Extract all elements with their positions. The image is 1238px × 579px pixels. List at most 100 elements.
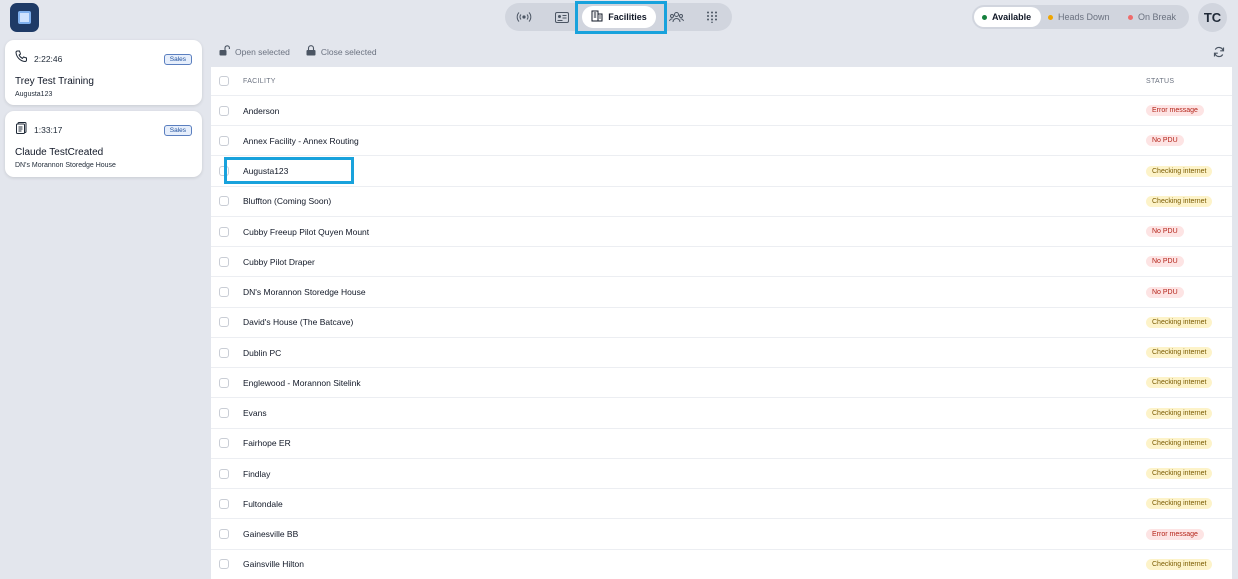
phone-icon xyxy=(15,50,28,68)
facility-name[interactable]: Findlay xyxy=(243,469,270,479)
row-checkbox[interactable] xyxy=(219,347,229,358)
row-checkbox[interactable] xyxy=(219,529,229,540)
interaction-card[interactable]: 2:22:46 Sales Trey Test Training Augusta… xyxy=(5,40,202,105)
table-row[interactable]: Augusta123 Checking internet xyxy=(211,157,1232,187)
table-row[interactable]: Evans Checking internet xyxy=(211,399,1232,429)
card-facility: Augusta123 xyxy=(15,91,53,98)
on-break-dot-icon xyxy=(1128,14,1133,20)
row-checkbox[interactable] xyxy=(219,226,229,237)
close-selected-button[interactable]: Close selected xyxy=(306,45,377,58)
table-row[interactable]: Gainsville Hilton Checking internet xyxy=(211,550,1232,579)
close-selected-label: Close selected xyxy=(320,46,377,57)
app-logo[interactable] xyxy=(10,3,39,32)
table-row[interactable]: Findlay Checking internet xyxy=(211,459,1232,490)
available-dot-icon xyxy=(982,14,987,20)
table-row[interactable]: David's House (The Batcave) Checking inte… xyxy=(211,308,1232,338)
building-icon xyxy=(591,10,603,24)
presence-on-break-label: On Break xyxy=(1138,12,1177,22)
refresh-icon[interactable] xyxy=(1213,45,1225,58)
interaction-card[interactable]: 1:33:17 Sales Claude TestCreated DN's Mo… xyxy=(5,111,202,177)
card-facility: DN's Morannon Storedge House xyxy=(15,162,116,169)
row-checkbox[interactable] xyxy=(219,377,229,388)
table-row[interactable]: DN's Morannon Storedge House No PDU xyxy=(211,278,1232,308)
column-header-facility[interactable]: FACILITY xyxy=(243,78,276,85)
table-row[interactable]: Cubby Pilot Draper No PDU xyxy=(211,247,1232,278)
table-row[interactable]: Cubby Freeup Pilot Quyen Mount No PDU xyxy=(211,217,1232,248)
facility-name[interactable]: Cubby Pilot Draper xyxy=(243,257,315,267)
facility-name[interactable]: Cubby Freeup Pilot Quyen Mount xyxy=(243,227,369,237)
status-badge: Checking internet xyxy=(1146,347,1213,359)
presence-on-break[interactable]: On Break xyxy=(1128,7,1176,27)
status-badge: Checking internet xyxy=(1146,407,1213,419)
row-checkbox[interactable] xyxy=(219,287,229,298)
row-checkbox[interactable] xyxy=(219,468,229,479)
table-row[interactable]: Bluffton (Coming Soon) Checking internet xyxy=(211,187,1232,217)
table-row[interactable]: Englewood - Morannon Sitelink Checking in… xyxy=(211,368,1232,399)
facility-name[interactable]: Augusta123 xyxy=(243,166,288,176)
table-row[interactable]: Dublin PC Checking internet xyxy=(211,338,1232,369)
status-badge: Error message xyxy=(1146,528,1204,540)
status-badge: No PDU xyxy=(1146,135,1184,147)
clipboard-icon xyxy=(15,121,28,139)
row-checkbox[interactable] xyxy=(219,317,229,328)
facility-name[interactable]: David's House (The Batcave) xyxy=(243,317,353,327)
status-badge: Checking internet xyxy=(1146,558,1213,570)
contact-card-icon[interactable] xyxy=(551,6,573,28)
presence-available-label: Available xyxy=(992,12,1032,22)
presence-heads-down[interactable]: Heads Down xyxy=(1048,7,1110,27)
row-checkbox[interactable] xyxy=(219,166,229,177)
facility-name[interactable]: Anderson xyxy=(243,106,279,116)
tab-facilities-label: Facilities xyxy=(608,12,647,22)
row-checkbox[interactable] xyxy=(219,196,229,207)
facility-name[interactable]: Gainesville BB xyxy=(243,529,298,539)
open-selected-button[interactable]: Open selected xyxy=(219,45,290,58)
row-checkbox[interactable] xyxy=(219,408,229,419)
facility-name[interactable]: Gainsville Hilton xyxy=(243,559,304,569)
status-badge: No PDU xyxy=(1146,286,1184,298)
row-checkbox[interactable] xyxy=(219,438,229,449)
status-badge: No PDU xyxy=(1146,256,1184,268)
facility-name[interactable]: Evans xyxy=(243,408,267,418)
unlock-icon xyxy=(219,45,230,58)
table-row[interactable]: Anderson Error message xyxy=(211,96,1232,127)
facility-name[interactable]: DN's Morannon Storedge House xyxy=(243,287,366,297)
row-checkbox[interactable] xyxy=(219,105,229,116)
broadcast-icon[interactable] xyxy=(513,6,535,28)
status-badge: Checking internet xyxy=(1146,377,1213,389)
facility-name[interactable]: Annex Facility - Annex Routing xyxy=(243,136,359,146)
user-avatar[interactable]: TC xyxy=(1198,3,1227,32)
facility-name[interactable]: Fultondale xyxy=(243,499,283,509)
facility-name[interactable]: Dublin PC xyxy=(243,348,281,358)
card-queue-badge: Sales xyxy=(163,53,192,65)
facility-name[interactable]: Fairhope ER xyxy=(243,438,291,448)
open-selected-label: Open selected xyxy=(235,46,290,57)
table-toolbar: Open selected Close selected xyxy=(219,45,377,58)
team-icon[interactable] xyxy=(665,6,687,28)
card-queue-badge: Sales xyxy=(163,124,192,136)
row-checkbox[interactable] xyxy=(219,135,229,146)
status-badge: Checking internet xyxy=(1146,165,1213,177)
facility-name[interactable]: Bluffton (Coming Soon) xyxy=(243,196,331,206)
dialpad-icon[interactable] xyxy=(701,6,723,28)
facility-name[interactable]: Englewood - Morannon Sitelink xyxy=(243,378,361,388)
card-timer: 2:22:46 xyxy=(34,54,63,64)
card-contact-name: Trey Test Training xyxy=(15,76,94,87)
facilities-table: FACILITY STATUS Anderson Error message Ann… xyxy=(211,67,1232,579)
status-badge: Checking internet xyxy=(1146,316,1213,328)
table-row[interactable]: Fairhope ER Checking internet xyxy=(211,429,1232,459)
select-all-checkbox[interactable] xyxy=(219,76,229,86)
presence-selector: Available Heads Down On Break xyxy=(972,5,1189,29)
table-row[interactable]: Fultondale Checking internet xyxy=(211,489,1232,520)
row-checkbox[interactable] xyxy=(219,559,229,570)
card-timer: 1:33:17 xyxy=(34,125,63,135)
table-row[interactable]: Annex Facility - Annex Routing No PDU xyxy=(211,126,1232,157)
table-row[interactable]: Gainesville BB Error message xyxy=(211,520,1232,550)
row-checkbox[interactable] xyxy=(219,256,229,267)
avatar-initials: TC xyxy=(1203,10,1222,25)
column-header-status[interactable]: STATUS xyxy=(1146,78,1174,85)
status-badge: Checking internet xyxy=(1146,468,1213,480)
row-checkbox[interactable] xyxy=(219,498,229,509)
presence-heads-down-label: Heads Down xyxy=(1058,12,1110,22)
presence-available[interactable]: Available xyxy=(974,7,1042,27)
tab-facilities[interactable]: Facilities xyxy=(582,6,656,28)
